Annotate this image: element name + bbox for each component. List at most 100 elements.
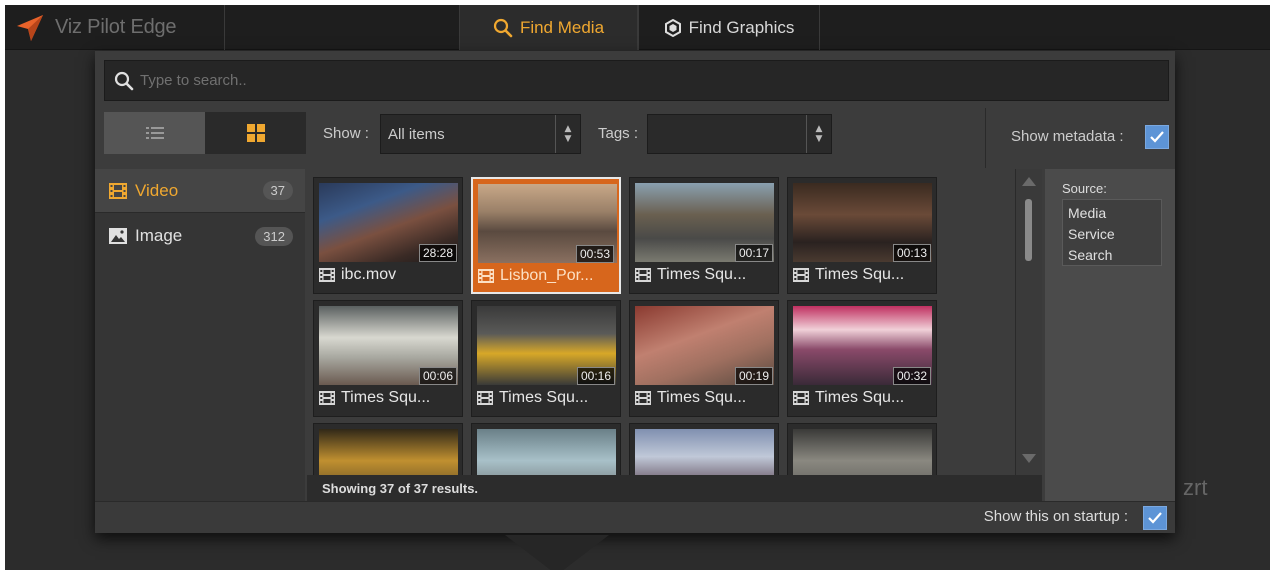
source-value: Media Service Search [1062, 199, 1162, 266]
media-tile[interactable]: 28:28 ibc.mov [313, 177, 463, 294]
app-window: Viz Pilot Edge Find Media Find Graphics [5, 5, 1270, 570]
show-on-startup-checkbox[interactable] [1143, 506, 1167, 530]
top-bar: Viz Pilot Edge Find Media Find Graphics [5, 5, 1270, 50]
media-name-label: ibc.mov [341, 266, 397, 283]
app-logo: Viz Pilot Edge [5, 5, 225, 50]
media-name-label: Times Squ... [815, 389, 905, 406]
search-bar [104, 60, 1169, 101]
film-icon [635, 268, 651, 282]
scroll-up-icon[interactable] [1022, 177, 1036, 186]
category-sidebar: Video 37 Image 312 [95, 169, 305, 501]
show-select[interactable]: All items ▲ ▼ [380, 114, 581, 154]
duration-badge: 00:06 [418, 367, 457, 385]
tags-label: Tags : [598, 125, 639, 142]
media-name: Times Squ... [477, 389, 588, 407]
film-icon [478, 269, 494, 283]
scroll-thumb[interactable] [1025, 199, 1032, 261]
grid-scrollbar[interactable] [1015, 169, 1042, 475]
media-tile[interactable]: 00:16 Times Squ... [471, 300, 621, 417]
show-metadata-label: Show metadata : [1011, 128, 1124, 145]
search-input[interactable] [140, 72, 1040, 89]
media-name: Times Squ... [319, 389, 430, 407]
background-shape [505, 535, 609, 570]
media-name-label: Times Squ... [657, 266, 747, 283]
results-status: Showing 37 of 37 results. [307, 475, 1042, 501]
film-icon [109, 182, 127, 199]
media-tile[interactable]: 00:32 Times Squ... [787, 300, 937, 417]
brand-text: zrt [1183, 475, 1208, 500]
media-grid: 28:28 ibc.mov 00:53 Lisbon_Por... 00:17 Times… [307, 169, 1042, 475]
media-tile[interactable] [629, 423, 779, 475]
media-thumbnail [319, 429, 458, 475]
panel-footer: Show this on startup : [95, 501, 1175, 533]
toolbar-divider [985, 108, 986, 168]
view-toggle [104, 112, 307, 154]
tab-find-graphics-label: Find Graphics [688, 17, 795, 37]
media-thumbnail [635, 429, 774, 475]
film-icon [793, 268, 809, 282]
duration-badge: 00:53 [575, 245, 614, 263]
media-name-label: Times Squ... [815, 266, 905, 283]
media-tile[interactable] [313, 423, 463, 475]
media-name-label: Times Squ... [657, 389, 747, 406]
media-name: ibc.mov [319, 266, 396, 284]
sidebar-item-label: Image [135, 226, 183, 245]
count-badge: 312 [255, 226, 293, 246]
media-name-label: Times Squ... [499, 389, 589, 406]
tab-find-graphics[interactable]: Find Graphics [638, 5, 820, 50]
sidebar-item-video[interactable]: Video 37 [95, 169, 305, 213]
media-thumbnail [793, 429, 932, 475]
select-arrows-icon: ▲ ▼ [806, 115, 831, 153]
media-tile[interactable] [471, 423, 621, 475]
show-on-startup-label: Show this on startup : [983, 508, 1128, 525]
hexagon-icon [664, 18, 681, 37]
media-tile[interactable]: 00:53 Lisbon_Por... [471, 177, 621, 294]
tab-find-media[interactable]: Find Media [459, 5, 638, 50]
duration-badge: 00:16 [576, 367, 615, 385]
checkmark-icon [1150, 131, 1164, 143]
media-thumbnail [477, 429, 616, 475]
sidebar-item-label: Video [135, 180, 179, 200]
film-icon [319, 268, 335, 282]
media-name: Times Squ... [793, 389, 904, 407]
image-icon [109, 228, 127, 244]
checkmark-icon [1148, 512, 1162, 524]
duration-badge: 00:17 [734, 244, 773, 262]
sidebar-item-image[interactable]: Image 312 [95, 214, 305, 258]
results-text: Showing 37 of 37 results. [322, 480, 479, 496]
media-name-label: Times Squ... [341, 389, 431, 406]
film-icon [793, 391, 809, 405]
duration-badge: 00:19 [734, 367, 773, 385]
paper-plane-icon [17, 14, 43, 41]
media-tile[interactable]: 00:17 Times Squ... [629, 177, 779, 294]
film-icon [635, 391, 651, 405]
tab-find-media-label: Find Media [519, 17, 605, 37]
media-tile[interactable]: 00:19 Times Squ... [629, 300, 779, 417]
media-name: Times Squ... [635, 389, 746, 407]
select-arrows-icon: ▲ ▼ [555, 115, 580, 153]
duration-badge: 00:32 [892, 367, 931, 385]
media-name: Lisbon_Por... [478, 267, 593, 285]
media-tile[interactable] [787, 423, 937, 475]
tags-select[interactable]: ▲ ▼ [647, 114, 832, 154]
count-badge: 37 [262, 181, 293, 200]
media-name: Times Squ... [635, 266, 746, 284]
media-name: Times Squ... [793, 266, 904, 284]
show-metadata-checkbox[interactable] [1145, 125, 1169, 149]
duration-badge: 00:13 [892, 244, 931, 262]
search-icon [114, 71, 134, 90]
media-tile[interactable]: 00:13 Times Squ... [787, 177, 937, 294]
scroll-down-icon[interactable] [1022, 454, 1036, 463]
show-label: Show : [323, 125, 369, 142]
duration-badge: 28:28 [418, 244, 457, 262]
film-icon [319, 391, 335, 405]
list-view-button[interactable] [104, 112, 205, 154]
media-tile[interactable]: 00:06 Times Squ... [313, 300, 463, 417]
media-search-panel: Show : All items ▲▼ Tags : ▲▼ Show metad… [95, 51, 1175, 533]
app-title: Viz Pilot Edge [55, 16, 177, 38]
grid-icon [246, 124, 265, 142]
grid-view-button[interactable] [205, 112, 306, 154]
search-icon [493, 18, 513, 37]
film-icon [477, 391, 493, 405]
source-label: Source: [1062, 181, 1107, 196]
